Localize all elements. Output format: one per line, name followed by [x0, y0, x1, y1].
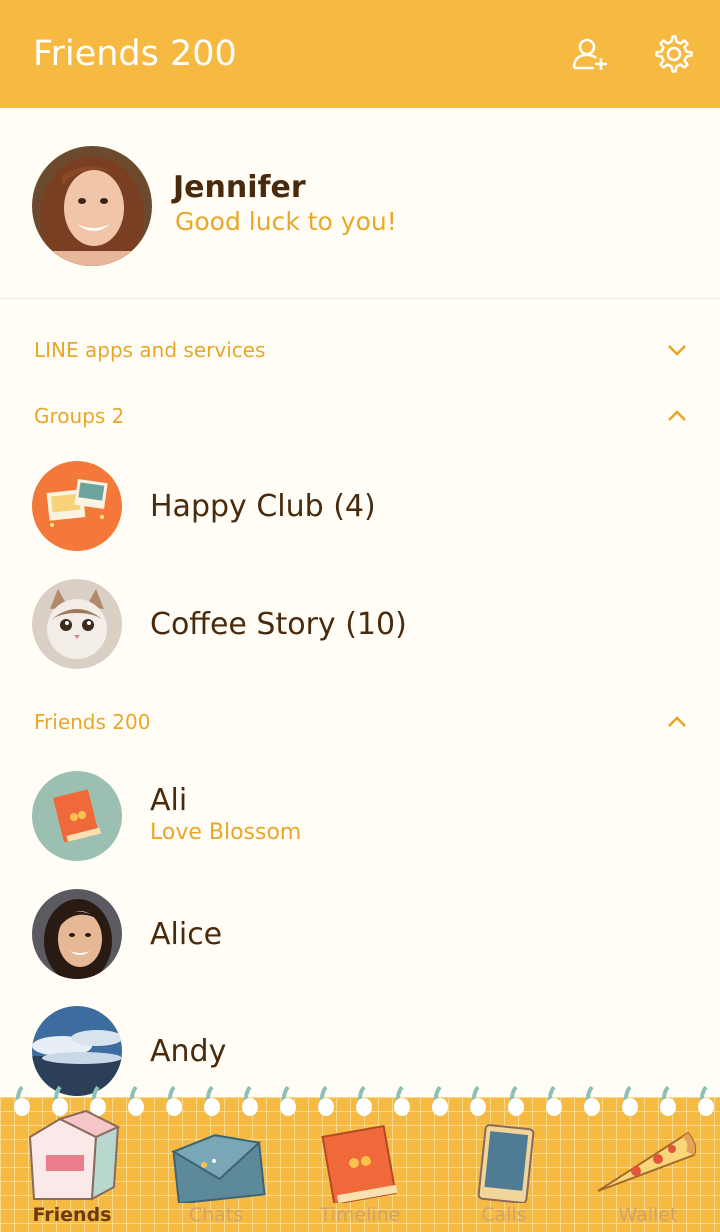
group-avatar — [32, 579, 122, 669]
tab-label: Chats — [188, 1204, 244, 1226]
section-label: Friends 200 — [34, 710, 151, 734]
chevron-down-icon — [668, 345, 686, 356]
list-item-group[interactable]: Happy Club (4) — [0, 451, 720, 561]
friend-avatar — [32, 889, 122, 979]
profile-status-message: Good luck to you! — [175, 207, 397, 236]
list-item-friend[interactable]: Alice — [0, 879, 720, 989]
friend-avatar — [32, 771, 122, 861]
tab-friends[interactable]: Friends — [0, 1083, 144, 1232]
friend-name: Andy — [150, 1034, 227, 1069]
book-icon — [321, 1124, 398, 1203]
friend-status-message: Love Blossom — [150, 820, 302, 845]
profile-name: Jennifer — [173, 170, 306, 205]
tab-timeline[interactable]: Timeline — [288, 1083, 432, 1232]
section-line-apps[interactable]: LINE apps and services — [0, 325, 720, 375]
group-name: Happy Club (4) — [150, 489, 376, 524]
section-friends[interactable]: Friends 200 — [0, 697, 720, 747]
avatar[interactable] — [32, 146, 152, 266]
friend-name: Ali — [150, 783, 188, 818]
tab-label: Calls — [481, 1204, 527, 1226]
tab-label: Wallet — [618, 1204, 678, 1226]
tab-calls[interactable]: Calls — [432, 1083, 576, 1232]
phone-icon — [477, 1124, 535, 1203]
app-header: Friends 200 — [0, 0, 720, 108]
friend-name: Alice — [150, 917, 223, 952]
group-avatar — [32, 461, 122, 551]
pizza-icon — [597, 1131, 697, 1192]
section-label: LINE apps and services — [34, 338, 266, 362]
tab-label: Timeline — [319, 1204, 401, 1226]
chevron-up-icon — [668, 410, 686, 421]
chevron-up-icon — [668, 716, 686, 727]
tab-label: Friends — [32, 1204, 112, 1226]
list-item-group[interactable]: Coffee Story (10) — [0, 569, 720, 679]
page-title: Friends 200 — [33, 34, 237, 74]
section-label: Groups 2 — [34, 404, 125, 428]
tab-wallet[interactable]: Wallet — [576, 1083, 720, 1232]
tab-chats[interactable]: Chats — [144, 1083, 288, 1232]
section-groups[interactable]: Groups 2 — [0, 391, 720, 441]
envelope-icon — [171, 1134, 266, 1203]
milk-carton-icon — [28, 1109, 121, 1201]
gear-icon[interactable] — [654, 34, 694, 74]
bottom-tab-bar: Friends Chats Timeline Calls Wallet — [0, 1083, 720, 1232]
group-name: Coffee Story (10) — [150, 607, 407, 642]
add-friend-icon[interactable] — [570, 34, 610, 74]
my-profile[interactable]: Jennifer Good luck to you! — [0, 108, 720, 299]
list-item-friend[interactable]: Ali Love Blossom — [0, 761, 720, 871]
